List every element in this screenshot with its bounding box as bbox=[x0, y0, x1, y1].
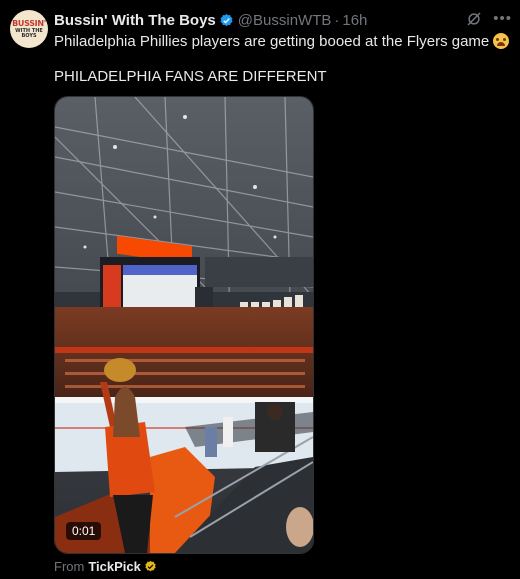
avatar-logo-text: BUSSIN' bbox=[12, 18, 46, 28]
tweet-text-line-2: PHILADELPHIA FANS ARE DIFFERENT bbox=[54, 68, 327, 85]
from-label: From bbox=[54, 559, 85, 574]
display-name[interactable]: Bussin' With The Boys bbox=[54, 12, 216, 29]
separator-dot: · bbox=[334, 11, 340, 29]
loudly-crying-face-icon bbox=[493, 33, 510, 49]
attribution-link[interactable]: TickPick bbox=[88, 559, 141, 574]
verified-badge-icon bbox=[220, 13, 233, 26]
avatar-logo-subtext: WITH THE BOYS bbox=[15, 27, 43, 39]
tweet[interactable]: BUSSIN' WITH THE BOYS Bussin' With The B… bbox=[0, 0, 520, 579]
tweet-text-line-1: Philadelphia Phillies players are gettin… bbox=[54, 33, 510, 51]
grok-icon[interactable] bbox=[465, 10, 483, 28]
hockey-arena-video-frame bbox=[55, 97, 313, 553]
timestamp[interactable]: 16h bbox=[342, 12, 367, 29]
top-actions: ••• bbox=[465, 10, 512, 28]
user-handle[interactable]: @BussinWTB bbox=[238, 12, 332, 29]
media-attribution: From TickPick bbox=[54, 559, 157, 574]
more-options-icon[interactable]: ••• bbox=[493, 10, 512, 28]
tweet-header: Bussin' With The Boys @BussinWTB · 16h bbox=[54, 10, 367, 30]
tweet-text: Philadelphia Phillies players are gettin… bbox=[54, 33, 490, 50]
video-timestamp: 0:01 bbox=[66, 522, 102, 540]
gold-verified-badge-icon bbox=[145, 560, 156, 572]
video-player[interactable] bbox=[54, 96, 314, 554]
avatar[interactable]: BUSSIN' WITH THE BOYS bbox=[10, 10, 48, 48]
